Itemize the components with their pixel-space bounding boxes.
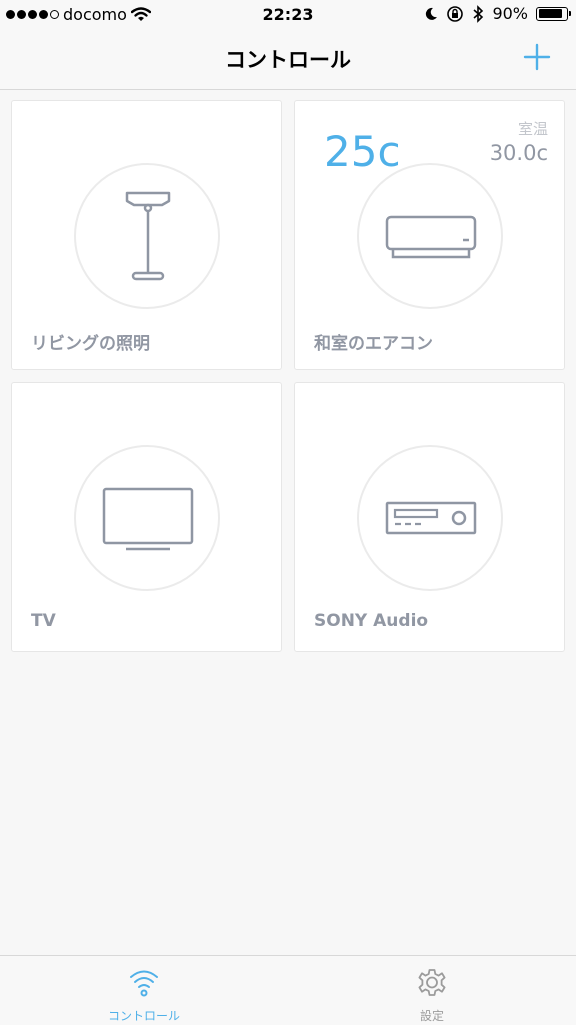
device-card-audio[interactable]: SONY Audio xyxy=(294,382,565,652)
tab-settings[interactable]: 設定 xyxy=(288,956,576,1025)
battery-icon xyxy=(536,6,571,21)
device-label: 和室のエアコン xyxy=(314,334,433,354)
tv-icon xyxy=(102,487,194,551)
tab-label: 設定 xyxy=(419,1009,444,1023)
room-temperature-value: 30.0c xyxy=(489,141,548,165)
gear-icon xyxy=(418,969,446,996)
battery-percentage: 90% xyxy=(492,4,528,23)
device-label: SONY Audio xyxy=(314,611,429,631)
device-card-living-light[interactable]: リビングの照明 xyxy=(11,100,282,370)
rotation-lock-icon xyxy=(447,5,464,22)
room-temperature-label: 室温 xyxy=(517,120,548,138)
tab-label: コントロール xyxy=(107,1009,180,1023)
device-icon-circle xyxy=(74,163,220,309)
device-icon-circle xyxy=(357,163,503,309)
wifi-icon xyxy=(130,970,158,997)
device-icon-circle xyxy=(357,445,503,591)
battery-fill xyxy=(538,9,562,18)
status-bar: docomo 22:23 90% xyxy=(0,0,576,30)
moon-icon xyxy=(426,7,438,20)
device-card-aircon[interactable]: 25c 室温 30.0c 和室のエアコン xyxy=(294,100,565,370)
status-icons: 90% xyxy=(424,4,571,23)
bluetooth-icon xyxy=(473,4,484,23)
floor-lamp-icon xyxy=(125,191,171,281)
device-label: リビングの照明 xyxy=(31,334,150,354)
device-card-tv[interactable]: TV xyxy=(11,382,282,652)
page-title: コントロール xyxy=(225,48,351,72)
air-conditioner-icon xyxy=(385,215,477,259)
device-label: TV xyxy=(31,611,56,631)
add-device-button[interactable] xyxy=(522,42,552,72)
tab-bar: コントロール 設定 xyxy=(0,955,576,1025)
device-icon-circle xyxy=(74,445,220,591)
plus-icon xyxy=(523,43,551,71)
tab-control[interactable]: コントロール xyxy=(0,956,288,1025)
navigation-bar: コントロール xyxy=(0,30,576,90)
audio-receiver-icon xyxy=(385,501,477,535)
